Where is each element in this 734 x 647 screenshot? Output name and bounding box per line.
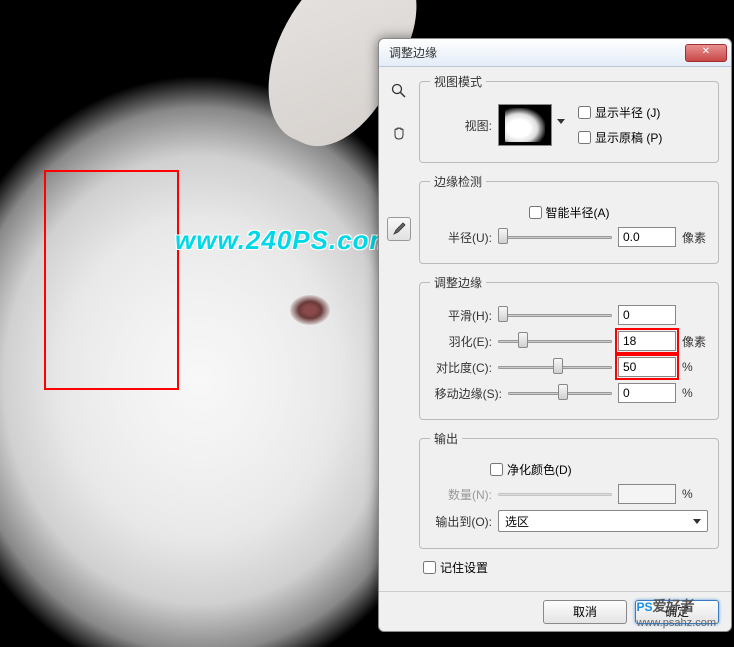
contrast-label: 对比度(C): <box>430 359 492 376</box>
rabbit-eye <box>290 295 330 325</box>
chevron-down-icon <box>693 519 701 524</box>
refine-edge-dialog: 调整边缘 ✕ 视图模式 视图: <box>378 38 732 632</box>
feather-unit: 像素 <box>682 333 708 350</box>
output-to-label: 输出到(O): <box>430 513 492 530</box>
smooth-label: 平滑(H): <box>430 307 492 324</box>
radius-unit: 像素 <box>682 229 708 246</box>
output-group: 输出 净化颜色(D) 数量(N): % 输出到(O): 选区 <box>419 430 719 549</box>
show-original-checkbox[interactable]: 显示原稿 (P) <box>578 129 662 146</box>
contrast-unit: % <box>682 360 708 374</box>
shift-label: 移动边缘(S): <box>430 385 502 402</box>
output-legend: 输出 <box>430 430 462 447</box>
watermark-text: www.240PS.com <box>175 225 394 256</box>
view-mode-legend: 视图模式 <box>430 73 486 90</box>
cancel-button[interactable]: 取消 <box>543 600 627 624</box>
amount-unit: % <box>682 487 708 501</box>
adjust-edge-legend: 调整边缘 <box>430 274 486 291</box>
radius-label: 半径(U): <box>430 229 492 246</box>
dialog-title: 调整边缘 <box>389 44 685 61</box>
view-label: 视图: <box>430 117 492 134</box>
feather-input[interactable] <box>618 331 676 351</box>
smart-radius-checkbox[interactable]: 智能半径(A) <box>529 204 610 221</box>
output-to-select[interactable]: 选区 <box>498 510 708 532</box>
radius-input[interactable] <box>618 227 676 247</box>
decontaminate-checkbox[interactable]: 净化颜色(D) <box>490 461 572 478</box>
feather-label: 羽化(E): <box>430 333 492 350</box>
shift-unit: % <box>682 386 708 400</box>
smooth-slider[interactable] <box>498 306 612 324</box>
amount-label: 数量(N): <box>430 486 492 503</box>
dropdown-arrow-icon <box>557 119 565 124</box>
hand-tool[interactable] <box>387 121 411 145</box>
radius-slider[interactable] <box>498 228 612 246</box>
shift-input[interactable] <box>618 383 676 403</box>
view-thumbnail[interactable] <box>498 104 552 146</box>
edge-detect-legend: 边缘检测 <box>430 173 486 190</box>
contrast-input[interactable] <box>618 357 676 377</box>
brush-icon <box>391 221 407 237</box>
shift-slider[interactable] <box>508 384 612 402</box>
close-button[interactable]: ✕ <box>685 44 727 62</box>
magnifier-icon <box>391 83 407 99</box>
amount-input <box>618 484 676 504</box>
remember-settings-checkbox[interactable]: 记住设置 <box>423 559 488 576</box>
brush-tool[interactable] <box>387 217 411 241</box>
adjust-edge-group: 调整边缘 平滑(H): 羽化(E): 像素 对比度(C): <box>419 274 719 420</box>
hand-icon <box>391 125 407 141</box>
edge-detect-group: 边缘检测 智能半径(A) 半径(U): 像素 <box>419 173 719 264</box>
view-mode-group: 视图模式 视图: 显示半径 (J) 显示原稿 (P) <box>419 73 719 163</box>
thumbnail-preview <box>505 108 545 142</box>
feather-slider[interactable] <box>498 332 612 350</box>
smooth-input[interactable] <box>618 305 676 325</box>
highlight-rectangle <box>44 170 179 390</box>
show-radius-checkbox[interactable]: 显示半径 (J) <box>578 104 662 121</box>
amount-slider <box>498 485 612 503</box>
dialog-titlebar[interactable]: 调整边缘 ✕ <box>379 39 731 67</box>
site-watermark: PS爱好者 www.psahz.com <box>637 594 716 629</box>
contrast-slider[interactable] <box>498 358 612 376</box>
tool-column <box>383 71 415 587</box>
zoom-tool[interactable] <box>387 79 411 103</box>
